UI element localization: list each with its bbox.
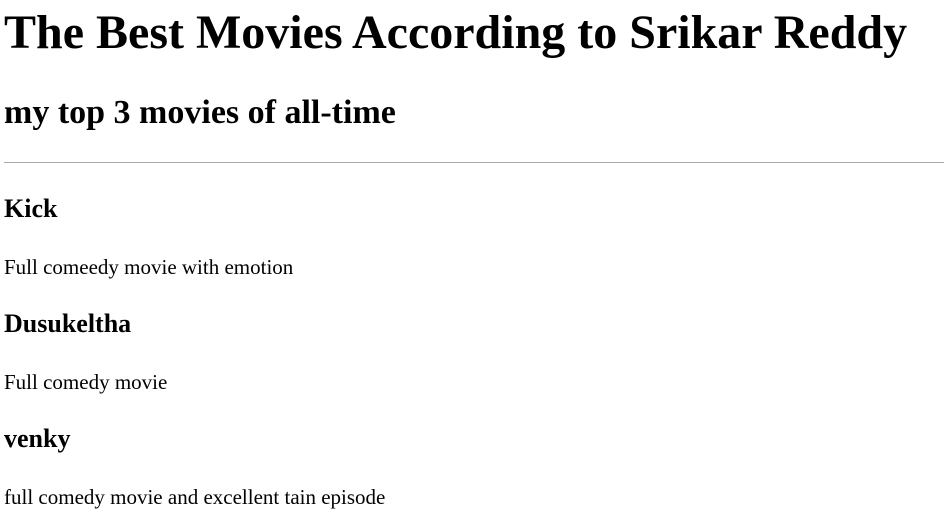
movie-title-dusukeltha: Dusukeltha (4, 309, 132, 338)
page: The Best Movies According to Srikar Redd… (0, 0, 944, 515)
page-title: The Best Movies According to Srikar Redd… (4, 6, 908, 59)
movie-description-kick: Full comeedy movie with emotion (4, 255, 294, 279)
page-subtitle: my top 3 movies of all-time (4, 94, 396, 131)
movie-description-dusukeltha: Full comedy movie (4, 370, 168, 394)
divider (4, 162, 944, 163)
movie-description-venky: full comedy movie and excellent tain epi… (4, 485, 386, 509)
movie-title-venky: venky (4, 424, 71, 453)
movie-title-kick: Kick (4, 194, 58, 223)
